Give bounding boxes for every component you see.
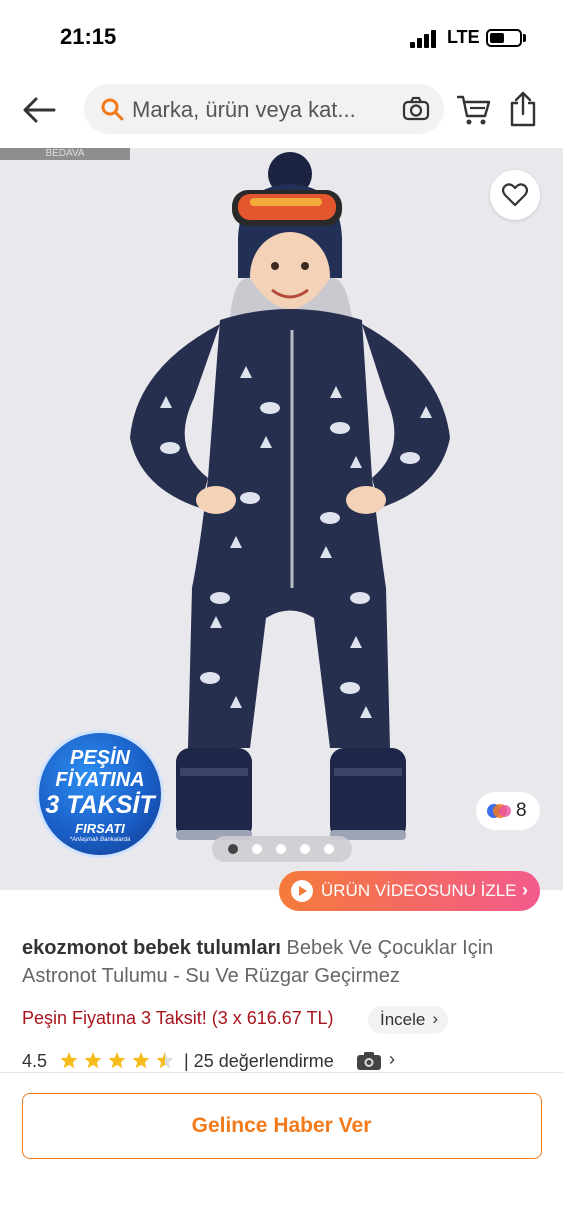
battery-cap [523,34,526,42]
cart-icon [456,95,491,125]
promo-line-3: 3 TAKSİT [45,791,155,819]
incele-button[interactable]: İncele › [368,1006,448,1034]
watch-video-button[interactable]: ÜRÜN VİDEOSUNU İZLE › [279,871,540,911]
promo-line-2: FİYATINA [55,769,145,791]
back-button[interactable] [20,90,60,130]
star-icon [108,1052,126,1069]
incele-label: İncele [380,1010,426,1029]
star-icon [156,1052,174,1069]
carousel-dot[interactable] [276,844,286,854]
color-options-button[interactable]: 8 [476,792,540,830]
bottom-action-bar: Gelince Haber Ver [0,1072,563,1219]
camera-search-icon[interactable] [402,96,430,122]
back-arrow-icon [23,97,56,123]
promo-line-1: PEŞİN [69,747,131,769]
color-count: 8 [516,800,527,821]
chevron-right-icon: › [389,1049,395,1069]
rating-stars [60,1052,174,1069]
search-bar[interactable]: Marka, ürün veya kat... [84,84,444,134]
status-bar: 21:15 LTE [0,0,563,76]
cart-button[interactable] [456,92,492,128]
play-icon [291,880,313,902]
promo-line-4: FIRSATI [75,821,125,836]
watch-video-label: ÜRÜN VİDEOSUNU İZLE [321,881,517,900]
notify-me-label: Gelince Haber Ver [191,1114,372,1137]
chevron-right-icon: › [432,1009,438,1028]
product-image-carousel[interactable]: BEDAVA PEŞİN FİYATINA 3 TAKSİT FIRSATI *… [0,148,563,890]
promo-footnote: *Anlaşmalı Bankalarda [69,837,131,843]
star-icon [84,1052,102,1069]
star-icon [132,1052,150,1069]
battery-icon [486,29,522,47]
carousel-dot[interactable] [252,844,262,854]
star-icon [60,1052,78,1069]
chevron-right-icon: › [522,880,528,900]
brand-name[interactable]: ekozmonot bebek tulumları [22,937,281,959]
favorite-button[interactable] [490,170,540,220]
camera-icon [357,1052,381,1070]
search-input[interactable]: Marka, ürün veya kat... [132,97,356,123]
carousel-dot[interactable] [300,844,310,854]
network-label: LTE [447,27,480,47]
carousel-indicator[interactable] [212,836,352,862]
rating-value: 4.5 [22,1051,48,1071]
share-button[interactable] [506,90,540,128]
notify-me-button[interactable]: Gelince Haber Ver [22,1093,542,1159]
carousel-dot[interactable] [324,844,334,854]
product-title: ekozmonot bebek tulumları Bebek Ve Çocuk… [22,934,547,990]
signal-icon [410,30,438,48]
installment-promo-badge: PEŞİN FİYATINA 3 TAKSİT FIRSATI *Anlaşma… [36,730,164,858]
carousel-dot[interactable] [228,844,238,854]
status-time: 21:15 [60,24,117,49]
heart-icon [502,183,528,207]
top-bar: Marka, ürün veya kat... [0,76,563,146]
color-swatch-icon [487,804,511,818]
search-icon [101,98,124,121]
review-count-link[interactable]: | 25 değerlendirme [184,1051,334,1072]
installment-text: Peşin Fiyatına 3 Taksit! (3 x 616.67 TL) [22,1008,334,1028]
share-icon [510,91,536,127]
